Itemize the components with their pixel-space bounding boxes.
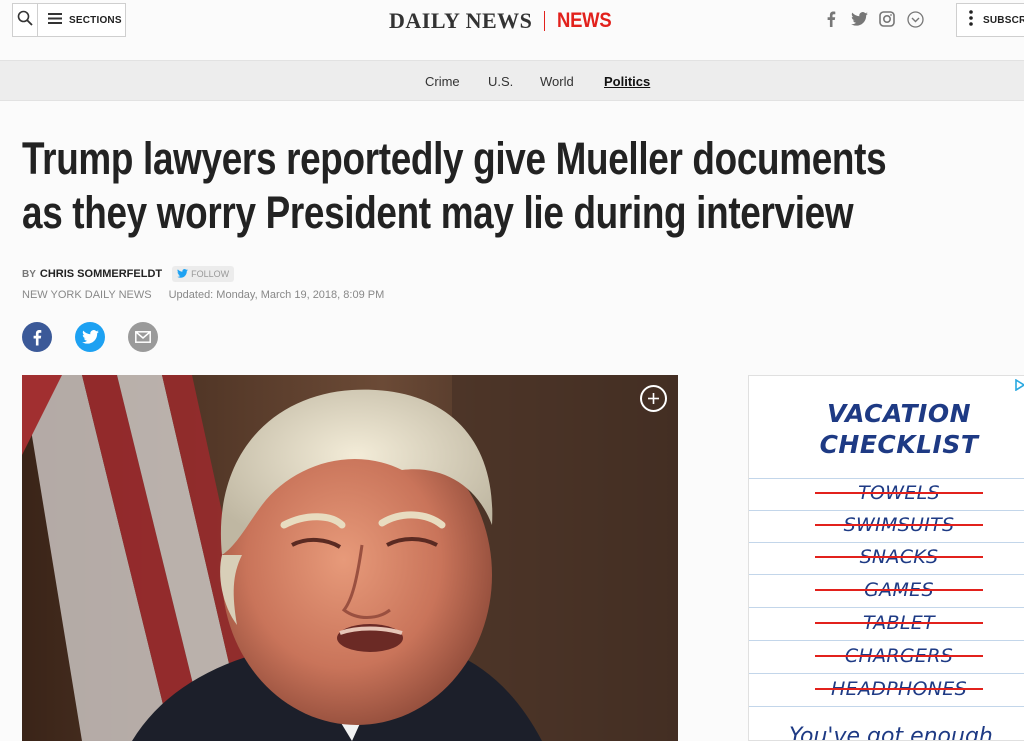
facebook-icon[interactable]	[822, 10, 840, 28]
article-headline: Trump lawyers reportedly give Mueller do…	[22, 132, 887, 240]
ad-strikethrough	[815, 492, 983, 494]
nav-item-world[interactable]: World	[540, 74, 574, 89]
hamburger-icon	[48, 11, 62, 29]
instagram-icon[interactable]	[878, 10, 896, 28]
ad-rule	[749, 607, 1024, 608]
ad-title-line-2: CHECKLIST	[819, 430, 979, 459]
article-source: NEW YORK DAILY NEWS	[22, 289, 152, 301]
search-sections-group: SECTIONS	[12, 3, 126, 37]
search-icon	[17, 10, 33, 31]
subscribe-button[interactable]: SUBSCRIBE	[956, 3, 1024, 37]
byline-prefix: BY	[22, 268, 36, 280]
share-email-button[interactable]	[128, 322, 158, 352]
nav-item-crime[interactable]: Crime	[425, 74, 460, 89]
expand-photo-button[interactable]	[640, 385, 667, 412]
chevron-down-icon[interactable]	[906, 10, 924, 28]
ad-strikethrough	[815, 524, 983, 526]
section-name[interactable]: NEWS	[557, 9, 612, 33]
lead-photo[interactable]	[22, 375, 678, 741]
follow-label: FOLLOW	[191, 269, 230, 279]
advertisement[interactable]: VACATION CHECKLIST TOWELS SWIMSUITS SNAC…	[748, 375, 1024, 741]
headline-line-1: Trump lawyers reportedly give Mueller do…	[22, 133, 887, 184]
nav-item-us[interactable]: U.S.	[488, 74, 513, 89]
ad-strikethrough	[815, 622, 983, 624]
ad-title: VACATION CHECKLIST	[749, 398, 1024, 460]
nav-item-politics[interactable]: Politics	[604, 74, 650, 89]
share-facebook-button[interactable]	[22, 322, 52, 352]
sections-button[interactable]: SECTIONS	[38, 4, 125, 36]
ad-strikethrough	[815, 589, 983, 591]
logo-text: DAILY NEWS	[389, 8, 533, 33]
headline-line-2: as they worry President may lie during i…	[22, 187, 854, 238]
ad-tagline: You've got enough	[789, 724, 993, 741]
share-twitter-button[interactable]	[75, 322, 105, 352]
logo-divider	[544, 11, 546, 31]
ad-rule	[749, 510, 1024, 511]
subscribe-label: SUBSCRIBE	[983, 14, 1024, 26]
plus-icon	[648, 393, 659, 404]
ad-strikethrough	[815, 655, 983, 657]
sections-label: SECTIONS	[69, 14, 122, 26]
author-name[interactable]: CHRIS SOMMERFELDT	[40, 268, 162, 280]
ad-rule	[749, 640, 1024, 641]
follow-button[interactable]: FOLLOW	[172, 265, 235, 283]
article-meta: NEW YORK DAILY NEWS Updated: Monday, Mar…	[22, 289, 384, 301]
twitter-icon[interactable]	[850, 10, 868, 28]
ad-rule	[749, 542, 1024, 543]
ad-rule	[749, 478, 1024, 479]
site-logo[interactable]: DAILY NEWS NEWS	[389, 8, 619, 34]
ad-rule	[749, 706, 1024, 707]
adchoices-icon[interactable]	[1015, 378, 1024, 392]
share-buttons	[22, 322, 158, 352]
ad-rule	[749, 673, 1024, 674]
twitter-icon	[177, 265, 189, 283]
site-header: SECTIONS DAILY NEWS NEWS SUBSCRIBE	[0, 0, 1024, 60]
section-nav: Crime U.S. World Politics	[0, 60, 1024, 101]
ad-strikethrough	[815, 688, 983, 690]
byline: BY CHRIS SOMMERFELDT FOLLOW	[22, 265, 235, 283]
ad-rule	[749, 574, 1024, 575]
portrait-illustration	[22, 375, 678, 741]
header-social-links	[822, 10, 924, 28]
ad-strikethrough	[815, 556, 983, 558]
ad-title-line-1: VACATION	[826, 399, 972, 428]
search-button[interactable]	[13, 4, 38, 36]
more-options-icon	[969, 9, 973, 31]
updated-timestamp: Updated: Monday, March 19, 2018, 8:09 PM	[168, 289, 385, 301]
